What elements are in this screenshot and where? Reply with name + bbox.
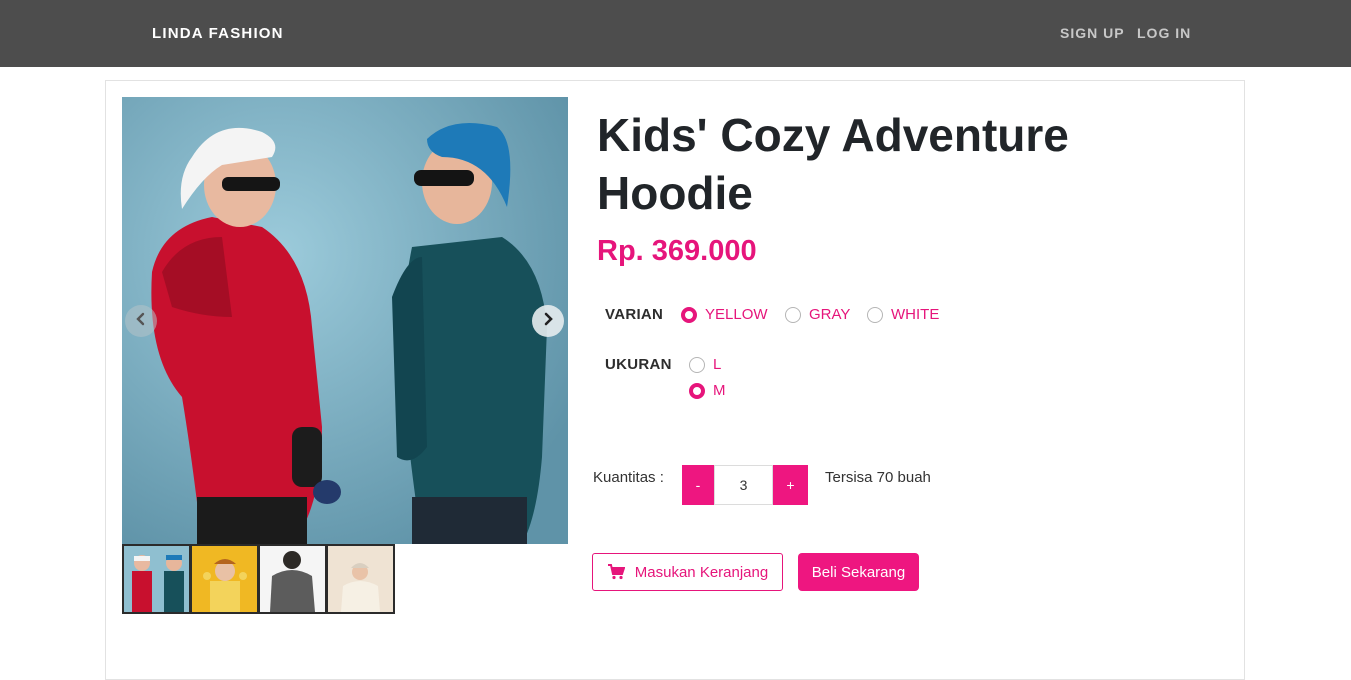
variant-option-white[interactable]: WHITE — [867, 306, 939, 323]
stock-remaining-text: Tersisa 70 buah — [825, 469, 931, 486]
quantity-label: Kuantitas : — [593, 469, 664, 486]
size-option-m[interactable]: M — [689, 382, 726, 399]
cart-icon — [607, 564, 625, 580]
buy-now-button[interactable]: Beli Sekarang — [798, 553, 919, 591]
variant-option-label: WHITE — [891, 306, 940, 323]
thumbnail-kid-cream-hoodie[interactable] — [326, 544, 395, 614]
log-in-link[interactable]: LOG IN — [1137, 25, 1191, 41]
carousel-prev-button[interactable] — [125, 305, 157, 337]
product-price: Rp. 369.000 — [597, 235, 757, 267]
variant-option-label: YELLOW — [705, 306, 768, 323]
chevron-left-icon — [134, 312, 148, 331]
radio-unchecked-icon — [689, 356, 705, 373]
radio-unchecked-icon — [785, 306, 801, 323]
chevron-right-icon — [541, 312, 555, 331]
variant-option-label: GRAY — [809, 306, 851, 323]
quantity-input[interactable] — [714, 465, 773, 505]
thumbnail-girl-yellow-hoodie[interactable] — [190, 544, 259, 614]
sign-up-link[interactable]: SIGN UP — [1060, 25, 1125, 41]
top-navbar: LINDA FASHION SIGN UP LOG IN — [0, 0, 1351, 67]
size-option-l[interactable]: L — [689, 356, 721, 373]
radio-checked-icon — [681, 306, 697, 323]
thumbnail-gray-hoodie-back[interactable] — [258, 544, 327, 614]
quantity-decrease-button[interactable]: - — [682, 465, 714, 505]
variant-label: VARIAN — [605, 306, 664, 323]
radio-unchecked-icon — [867, 306, 883, 323]
brand-logo[interactable]: LINDA FASHION — [152, 25, 284, 42]
variant-option-yellow[interactable]: YELLOW — [681, 306, 768, 323]
add-to-cart-label: Masukan Keranjang — [634, 563, 769, 581]
carousel-next-button[interactable] — [532, 305, 564, 337]
thumbnail-two-boys-hoodies[interactable] — [122, 544, 191, 614]
size-option-label: L — [713, 356, 722, 373]
product-title: Kids' Cozy Adventure Hoodie — [597, 109, 1069, 219]
variant-option-gray[interactable]: GRAY — [785, 306, 850, 323]
size-label: UKURAN — [605, 356, 672, 373]
radio-checked-icon — [689, 382, 705, 399]
add-to-cart-button[interactable]: Masukan Keranjang — [592, 553, 783, 591]
size-option-label: M — [713, 382, 726, 399]
thumbnail-strip — [122, 544, 395, 614]
quantity-increase-button[interactable]: + — [773, 465, 808, 505]
product-main-image — [122, 97, 568, 544]
